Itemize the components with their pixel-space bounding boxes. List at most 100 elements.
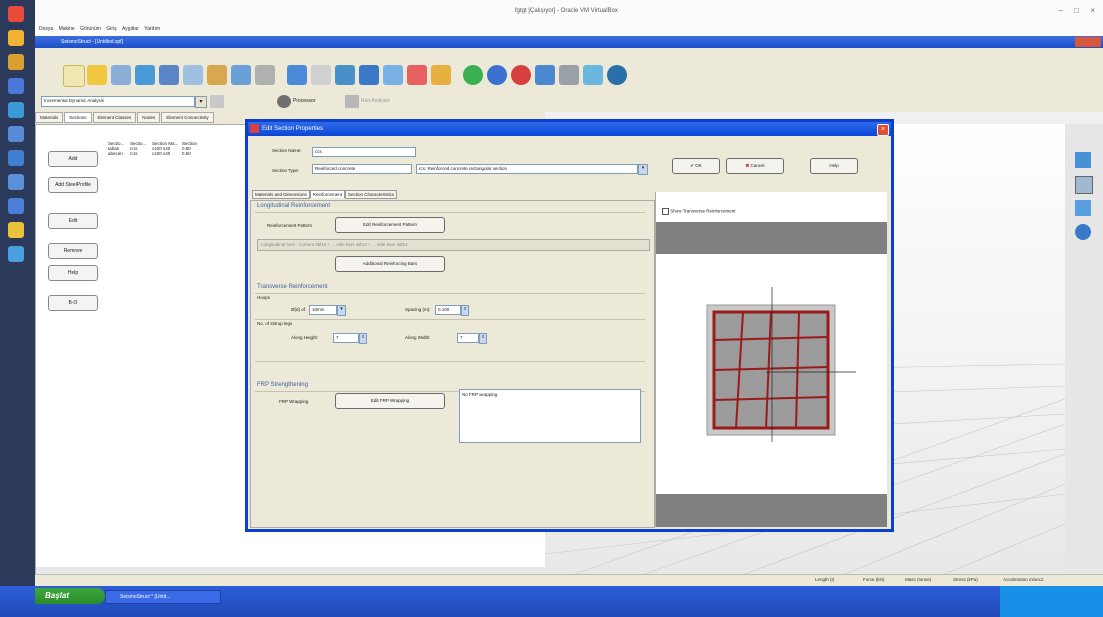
menu-giris[interactable]: Giriş <box>106 22 116 36</box>
redo-icon[interactable] <box>255 65 275 85</box>
additional-reinforcing-bars-button[interactable]: Additional Reinforcing Bars <box>335 256 445 272</box>
browser-icon[interactable] <box>8 54 24 70</box>
chart-icon[interactable] <box>159 65 179 85</box>
tab-element-connectivity[interactable]: Element Connectivity <box>161 112 214 123</box>
taskbar-item-seismostruct[interactable]: SeismoStruct * [Untit... <box>105 590 221 604</box>
tab-sections[interactable]: Sections <box>64 112 92 123</box>
properties-icon[interactable] <box>1075 176 1093 194</box>
sphere-icon[interactable] <box>487 65 507 85</box>
minimize-icon[interactable]: – <box>1059 6 1063 15</box>
bar-diameter-select[interactable]: 10mm <box>309 305 337 315</box>
link-icon[interactable] <box>583 65 603 85</box>
maximize-icon[interactable]: □ <box>1074 6 1079 15</box>
render-icon[interactable] <box>1075 224 1091 240</box>
document-icon[interactable] <box>8 78 24 94</box>
target-icon[interactable] <box>335 65 355 85</box>
menu-aygitlar[interactable]: Aygıtlar <box>122 22 139 36</box>
edit-button[interactable]: Edit <box>48 213 98 229</box>
spin-icon[interactable]: ⇕ <box>461 305 469 316</box>
along-height-label: Along Height: <box>291 335 319 340</box>
sheet-icon[interactable] <box>383 65 403 85</box>
tab-reinforcement[interactable]: Reinforcement <box>309 190 346 198</box>
chevron-down-icon[interactable]: ▾ <box>638 164 648 175</box>
menu-makine[interactable]: Makine <box>59 22 75 36</box>
status-force: Force (kN) <box>863 577 885 582</box>
chevron-down-icon[interactable]: ▾ <box>337 305 346 316</box>
start-button[interactable]: Başlat <box>35 588 105 604</box>
notes-icon[interactable] <box>8 222 24 238</box>
chevron-down-icon[interactable]: ▾ <box>195 96 207 108</box>
terminal-icon[interactable] <box>8 150 24 166</box>
dialog-close-button[interactable]: × <box>877 124 889 136</box>
cancel-button[interactable]: ✖ Cancel <box>726 158 784 174</box>
bar-diameter-label: Ø(d) of <box>291 307 306 312</box>
analysis-type-select[interactable]: Incremental Dynamic Analysis <box>41 96 195 107</box>
tab-materials-dimensions[interactable]: Materials and Dimensions <box>252 190 310 199</box>
help-button[interactable]: Help <box>810 158 858 174</box>
virtualbox-icon[interactable] <box>8 174 24 190</box>
app-launcher-icon[interactable] <box>8 6 24 22</box>
tab-section-characteristics[interactable]: Section Characteristics <box>345 190 398 199</box>
dialog-title-bar: Edit Section Properties × <box>248 122 891 136</box>
table-row[interactable]: abecen rcrs c420 s40 0.50 <box>108 151 248 156</box>
disk-icon[interactable] <box>8 198 24 214</box>
table-icon[interactable] <box>111 65 131 85</box>
along-height-input[interactable]: 7 <box>333 333 359 343</box>
menu-yardim[interactable]: Yardım <box>144 22 160 36</box>
help-button[interactable]: Help <box>48 265 98 281</box>
network-icon[interactable] <box>8 246 24 262</box>
edit-frp-wrapping-button[interactable]: Edit FRP Wrapping <box>335 393 445 409</box>
remove-button[interactable]: Remove <box>48 243 98 259</box>
structure-icon[interactable] <box>1075 200 1091 216</box>
app-menu-bar <box>35 48 1103 59</box>
save-icon[interactable] <box>135 65 155 85</box>
add-steelprofile-button[interactable]: Add SteelProfile <box>48 177 98 193</box>
processor-label[interactable]: Processor <box>293 98 316 104</box>
zoom-icon[interactable] <box>311 65 331 85</box>
ok-button[interactable]: ✔ OK <box>672 158 720 174</box>
earth-icon[interactable] <box>607 65 627 85</box>
post-processor-icon[interactable] <box>345 95 359 108</box>
spin-icon[interactable]: ⇕ <box>479 333 487 344</box>
grid-icon[interactable] <box>359 65 379 85</box>
tab-element-classes[interactable]: Element Classes <box>92 112 137 123</box>
section-name-input[interactable]: ccs <box>312 147 416 157</box>
run-analysis-label[interactable]: Run Analysis <box>361 98 390 104</box>
undo-icon[interactable] <box>231 65 251 85</box>
new-icon[interactable] <box>63 65 85 87</box>
tab-materials[interactable]: Materials <box>35 112 64 123</box>
spin-icon[interactable]: ⇕ <box>359 333 367 344</box>
copy-icon[interactable] <box>183 65 203 85</box>
settings-icon[interactable] <box>8 126 24 142</box>
globe-icon[interactable] <box>463 65 483 85</box>
brush-icon[interactable] <box>431 65 451 85</box>
ball-icon[interactable] <box>511 65 531 85</box>
pre-processor-icon[interactable] <box>210 95 224 108</box>
tools-icon[interactable] <box>535 65 555 85</box>
app-window-controls[interactable] <box>1075 37 1101 47</box>
reinforcement-tab-panel: Longitudinal Reinforcement Reinforcement… <box>250 200 655 528</box>
bo-button[interactable]: B-O <box>48 295 98 311</box>
divider <box>255 212 645 213</box>
tab-nodes[interactable]: Nodes <box>137 112 161 123</box>
software-icon[interactable] <box>8 102 24 118</box>
open-icon[interactable] <box>87 65 107 85</box>
connect-icon[interactable] <box>287 65 307 85</box>
files-icon[interactable] <box>8 30 24 46</box>
along-width-input[interactable]: 7 <box>457 333 479 343</box>
export-icon[interactable] <box>407 65 427 85</box>
paste-icon[interactable] <box>207 65 227 85</box>
spacing-input[interactable]: 0.100 <box>435 305 461 315</box>
axes-icon[interactable] <box>1075 152 1091 168</box>
gears-icon[interactable] <box>559 65 579 85</box>
processor-icon[interactable] <box>277 95 291 108</box>
add-button[interactable]: Add <box>48 151 98 167</box>
close-icon[interactable]: × <box>1090 6 1095 15</box>
menu-gorunum[interactable]: Görünüm <box>80 22 101 36</box>
edit-reinforcement-pattern-button[interactable]: Edit Reinforcement Pattern <box>335 217 445 233</box>
sections-table: Sectio... Sectio... Section Ma... Sectio… <box>108 141 248 156</box>
section-type-select[interactable]: Reinforced concrete <box>312 164 412 174</box>
host-title-bar: fgtgt [Çalışıyor] - Oracle VM VirtualBox… <box>35 0 1103 22</box>
section-type-description-select[interactable]: rcs: Reinforced concrete rectangular sec… <box>416 164 638 174</box>
menu-dosya[interactable]: Dosya <box>39 22 53 36</box>
